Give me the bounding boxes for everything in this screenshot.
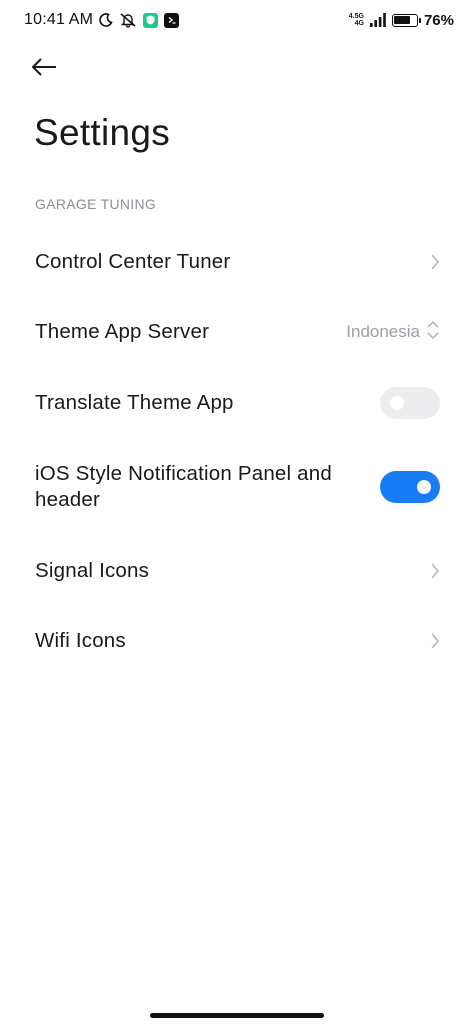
status-bar: 10:41 AM 4.5G 4G 76% bbox=[0, 0, 474, 40]
home-indicator[interactable] bbox=[150, 1013, 324, 1018]
toggle-knob bbox=[390, 396, 404, 410]
battery-icon bbox=[391, 13, 421, 27]
section-header: GARAGE TUNING bbox=[35, 196, 157, 212]
setting-wifi-icons[interactable]: Wifi Icons bbox=[0, 605, 474, 677]
setting-label: Translate Theme App bbox=[35, 391, 234, 414]
network-top: 4.5G bbox=[348, 13, 364, 20]
battery-fill bbox=[394, 16, 411, 24]
setting-label: iOS Style Notification Panel and header bbox=[35, 462, 332, 511]
chevron-right-icon bbox=[430, 632, 440, 650]
settings-screen: 10:41 AM 4.5G 4G 76% Settings GARAGE TUN… bbox=[0, 0, 474, 1026]
status-left: 10:41 AM bbox=[24, 11, 180, 29]
setting-label: Control Center Tuner bbox=[35, 250, 231, 273]
moon-icon bbox=[99, 13, 113, 27]
translate-theme-toggle[interactable] bbox=[380, 387, 440, 419]
setting-label: Theme App Server bbox=[35, 320, 210, 343]
theme-server-select[interactable]: Indonesia bbox=[346, 319, 440, 346]
setting-label: Wifi Icons bbox=[35, 629, 126, 652]
shield-app-icon bbox=[143, 12, 159, 28]
chevron-up-down-icon bbox=[426, 319, 440, 346]
chevron-right-icon bbox=[430, 253, 440, 271]
chevron-right-icon bbox=[430, 562, 440, 580]
setting-label: Signal Icons bbox=[35, 559, 150, 582]
signal-icon bbox=[369, 13, 386, 27]
page-title: Settings bbox=[34, 112, 171, 153]
status-right: 4.5G 4G 76% bbox=[349, 12, 454, 29]
setting-signal-icons[interactable]: Signal Icons bbox=[0, 535, 474, 607]
ios-notification-toggle[interactable] bbox=[380, 471, 440, 503]
setting-value: Indonesia bbox=[346, 322, 420, 341]
arrow-left-icon bbox=[30, 57, 58, 82]
battery-percent: 76% bbox=[423, 11, 454, 29]
network-type: 4.5G 4G bbox=[349, 13, 364, 27]
setting-translate-theme-app[interactable]: Translate Theme App bbox=[0, 367, 474, 439]
network-bottom: 4G bbox=[354, 20, 364, 27]
setting-ios-notification-panel[interactable]: iOS Style Notification Panel and header bbox=[0, 448, 474, 526]
setting-control-center-tuner[interactable]: Control Center Tuner bbox=[0, 226, 474, 298]
toggle-knob bbox=[417, 480, 431, 494]
back-button[interactable] bbox=[30, 54, 66, 84]
status-time: 10:41 AM bbox=[24, 11, 94, 28]
terminal-app-icon bbox=[164, 12, 180, 28]
setting-theme-app-server[interactable]: Theme App Server Indonesia bbox=[0, 296, 474, 368]
bell-off-icon bbox=[119, 12, 137, 28]
